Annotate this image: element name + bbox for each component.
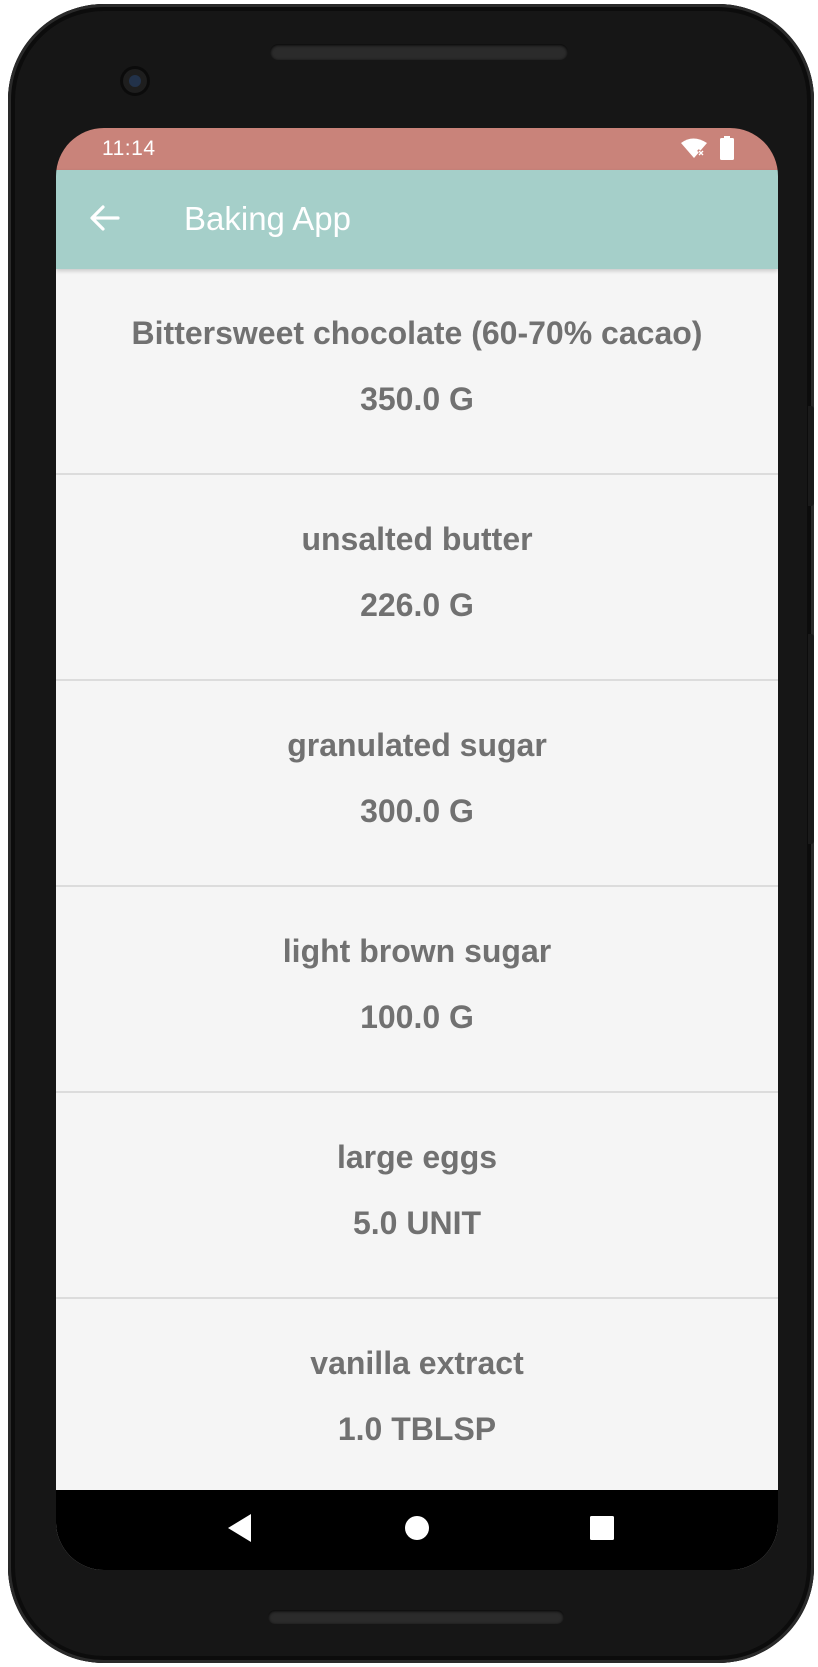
back-button[interactable] — [78, 194, 130, 246]
nav-back-icon — [227, 1513, 253, 1548]
ingredient-quantity: 300.0 G — [360, 793, 474, 829]
wifi-no-internet-icon — [680, 137, 708, 164]
ingredient-name: large eggs — [336, 1139, 498, 1175]
front-camera — [120, 66, 150, 96]
ingredient-quantity: 226.0 G — [360, 587, 474, 623]
nav-home-button[interactable] — [391, 1504, 443, 1556]
earpiece-speaker — [270, 44, 568, 60]
ingredient-item[interactable]: vanilla extract 1.0 TBLSP — [56, 1299, 778, 1505]
arrow-back-icon — [88, 204, 120, 237]
navigation-bar — [56, 1490, 778, 1570]
nav-recents-button[interactable] — [576, 1504, 628, 1556]
ingredient-quantity: 100.0 G — [360, 999, 474, 1035]
app-bar: Baking App — [56, 170, 778, 269]
nav-back-button[interactable] — [214, 1504, 266, 1556]
ingredient-item[interactable]: granulated sugar 300.0 G — [56, 681, 778, 887]
ingredient-name: Bittersweet chocolate (60-70% cacao) — [131, 315, 703, 351]
screen: 11:14 Baking App Bittersweet chocolate (… — [56, 128, 778, 1570]
status-time: 11:14 — [102, 137, 156, 160]
ingredient-quantity: 350.0 G — [360, 381, 474, 417]
ingredient-name: light brown sugar — [282, 933, 552, 969]
ingredient-name: granulated sugar — [287, 727, 547, 763]
ingredient-item[interactable]: Bittersweet chocolate (60-70% cacao) 350… — [56, 269, 778, 475]
ingredient-list[interactable]: Bittersweet chocolate (60-70% cacao) 350… — [56, 269, 778, 1570]
nav-recents-icon — [589, 1515, 615, 1546]
ingredient-quantity: 1.0 TBLSP — [337, 1411, 497, 1447]
phone-frame: 11:14 Baking App Bittersweet chocolate (… — [8, 4, 814, 1663]
ingredient-quantity: 5.0 UNIT — [352, 1205, 482, 1241]
volume-button — [808, 634, 814, 844]
status-bar: 11:14 — [56, 128, 778, 170]
status-icons — [680, 136, 734, 165]
ingredient-name: vanilla extract — [310, 1345, 524, 1381]
bottom-speaker — [268, 1610, 564, 1624]
ingredient-item[interactable]: light brown sugar 100.0 G — [56, 887, 778, 1093]
power-button — [808, 406, 814, 506]
ingredient-name: unsalted butter — [301, 521, 533, 557]
app-title: Baking App — [184, 200, 351, 237]
ingredient-item[interactable]: unsalted butter 226.0 G — [56, 475, 778, 681]
ingredient-item[interactable]: large eggs 5.0 UNIT — [56, 1093, 778, 1299]
battery-icon — [720, 136, 734, 165]
nav-home-icon — [404, 1515, 430, 1546]
